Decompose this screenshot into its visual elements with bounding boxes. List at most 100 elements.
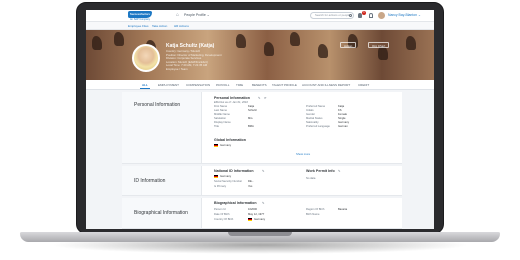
field-value: DE... bbox=[248, 180, 254, 183]
subnav-take-action[interactable]: Take Action bbox=[152, 24, 167, 28]
field-label: Birth Name bbox=[306, 213, 320, 216]
field-value: Mrs. bbox=[248, 117, 254, 120]
tab-compensation[interactable]: COMPENSATION bbox=[186, 83, 210, 87]
card-title: Personal Information bbox=[214, 96, 250, 100]
logo-text: SuccessFactors bbox=[128, 11, 152, 18]
search-input[interactable]: Search for actions or people bbox=[310, 12, 354, 19]
shell-bar: SuccessFactors An SAP Company ⌂ People P… bbox=[86, 10, 434, 22]
tab-benefits[interactable]: BENEFITS bbox=[252, 83, 267, 87]
field-value: 102000 bbox=[248, 208, 257, 211]
sub-navigation: Employee Files Take Action HR Actions bbox=[86, 22, 434, 30]
global-info-title: Global Information bbox=[214, 138, 246, 142]
field-label: First Name bbox=[214, 105, 228, 108]
field-value: German bbox=[338, 125, 348, 128]
field-value: Germany bbox=[338, 121, 350, 124]
field-value: Female bbox=[338, 113, 347, 116]
org-chart-button[interactable]: Org Chart bbox=[368, 42, 390, 48]
field-label: Is Primary bbox=[214, 185, 227, 188]
logo[interactable]: SuccessFactors An SAP Company bbox=[128, 11, 152, 21]
field-label: Country Of Birth bbox=[214, 218, 234, 221]
effective-date: Effective as of: Jan 01, 2016 bbox=[214, 101, 248, 104]
national-id-country: Germany bbox=[220, 175, 232, 178]
field-label: Person Id bbox=[214, 208, 226, 211]
active-tab-indicator bbox=[140, 88, 150, 90]
tab-credit[interactable]: CREDIT bbox=[358, 83, 369, 87]
field-label: Preferred Name bbox=[306, 105, 326, 108]
banner-bird-decoration bbox=[114, 32, 124, 46]
work-permit-empty: No data bbox=[306, 177, 316, 180]
tab-account-illness-report[interactable]: ACCOUNT AND ILLNESS REPORT bbox=[302, 83, 350, 87]
laptop-notch bbox=[228, 232, 292, 236]
germany-flag-icon bbox=[214, 144, 218, 147]
field-value: Germany bbox=[254, 218, 266, 221]
tab-talent-profile[interactable]: TALENT PROFILE bbox=[272, 83, 297, 87]
tab-employment[interactable]: EMPLOYMENT bbox=[158, 83, 179, 87]
logo-subtitle: An SAP Company bbox=[129, 18, 151, 21]
field-value: Yes bbox=[248, 185, 253, 188]
subnav-employee-files[interactable]: Employee Files bbox=[128, 24, 149, 28]
field-label: Preferred Language bbox=[306, 125, 330, 128]
national-id-title: National ID Information bbox=[214, 169, 254, 173]
tab-payroll[interactable]: PAYROLL bbox=[216, 83, 229, 87]
field-label: Middle Name bbox=[214, 113, 230, 116]
field-label: Nationality bbox=[306, 121, 319, 124]
banner-bird-decoration bbox=[406, 36, 416, 50]
germany-flag-icon bbox=[248, 218, 252, 221]
global-info-country: Germany bbox=[220, 144, 232, 147]
field-value: Katja bbox=[338, 105, 345, 108]
field-value: KS bbox=[338, 109, 342, 112]
section-title: ID Information bbox=[134, 178, 166, 184]
subnav-hr-actions[interactable]: HR Actions bbox=[174, 24, 189, 28]
profile-header-banner: Katja Schultz (Katja) Country: Germany /… bbox=[86, 30, 434, 80]
edit-icon[interactable]: ✎ bbox=[258, 96, 261, 100]
work-permit-title: Work Permit Info bbox=[306, 169, 335, 173]
banner-bird-decoration bbox=[236, 34, 246, 48]
field-value: Schultz bbox=[248, 109, 257, 112]
edit-icon[interactable]: ✎ bbox=[262, 169, 265, 173]
user-menu[interactable]: Nancy Bay-Blanton ⌄ bbox=[388, 13, 421, 17]
laptop-mockup: SuccessFactors An SAP Company ⌂ People P… bbox=[0, 0, 520, 260]
banner-bird-decoration bbox=[92, 36, 102, 50]
field-value: Katja bbox=[248, 105, 255, 108]
banner-bird-decoration bbox=[290, 32, 300, 46]
tab-time[interactable]: TIME bbox=[236, 83, 243, 87]
screen: SuccessFactors An SAP Company ⌂ People P… bbox=[86, 10, 434, 229]
action-button[interactable]: Action bbox=[340, 42, 357, 48]
profile-photo[interactable] bbox=[132, 44, 160, 72]
id-information-section: ID Information National ID Information ✎… bbox=[122, 166, 402, 196]
germany-flag-icon bbox=[214, 175, 218, 178]
banner-bird-decoration bbox=[264, 42, 274, 56]
field-label: Date Of Birth bbox=[214, 213, 230, 216]
edit-icon[interactable]: ✎ bbox=[262, 201, 265, 205]
search-icon[interactable] bbox=[349, 14, 352, 17]
field-label: Region Of Birth bbox=[306, 208, 325, 211]
field-label: Last Name bbox=[214, 109, 227, 112]
field-value: Bavaria bbox=[338, 208, 348, 211]
field-value: BMA bbox=[248, 125, 254, 128]
home-icon[interactable]: ⌂ bbox=[176, 13, 181, 18]
show-more-link[interactable]: Show more bbox=[296, 152, 310, 156]
field-label: Initials bbox=[306, 109, 314, 112]
notification-badge: 1 bbox=[362, 11, 366, 15]
section-title: Biographical Information bbox=[134, 210, 188, 216]
avatar[interactable] bbox=[378, 12, 385, 19]
profile-menu[interactable]: People Profile ⌄ bbox=[184, 13, 210, 17]
header-detail-line: Employee / Team bbox=[166, 66, 188, 71]
section-title: Personal Information bbox=[134, 102, 181, 108]
tab-all[interactable]: ALL bbox=[142, 83, 148, 87]
card-title: Biographical Information bbox=[214, 201, 257, 205]
field-label: Social Security Number bbox=[214, 180, 243, 183]
field-label: Salutation bbox=[214, 117, 226, 120]
field-label: Gender bbox=[306, 113, 315, 116]
bell-icon[interactable] bbox=[369, 13, 373, 18]
field-label: Title bbox=[214, 125, 219, 128]
edit-icon[interactable]: ✎ bbox=[338, 169, 341, 173]
history-icon[interactable]: ⟳ bbox=[264, 96, 267, 100]
field-label: Marital Status bbox=[306, 117, 323, 120]
banner-bird-decoration bbox=[318, 44, 328, 58]
biographical-information-section: Biographical Information Biographical In… bbox=[122, 198, 402, 229]
tab-bar: ALL EMPLOYMENT COMPENSATION PAYROLL TIME… bbox=[86, 80, 434, 90]
field-label: Display Name bbox=[214, 121, 231, 124]
field-value: Single bbox=[338, 117, 346, 120]
personal-information-section: Personal Information Personal Informatio… bbox=[122, 92, 402, 164]
